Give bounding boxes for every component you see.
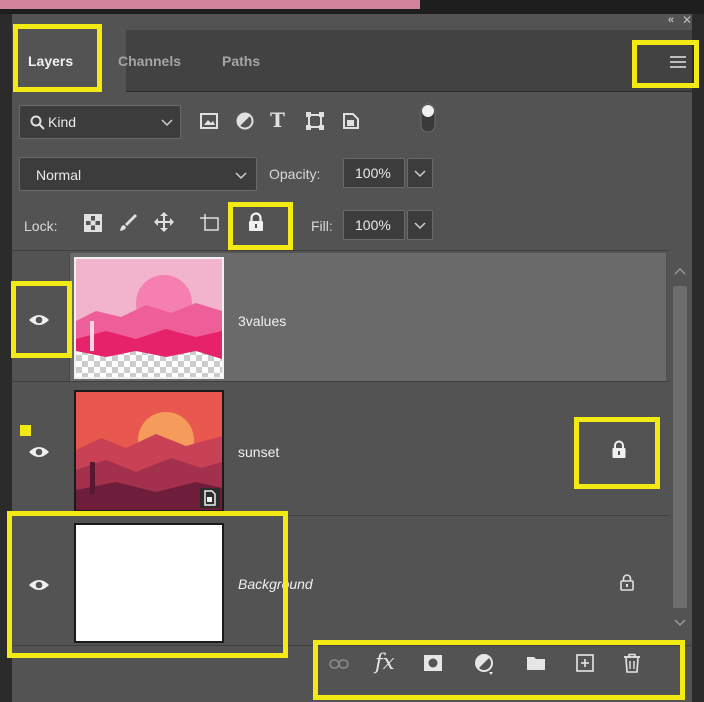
eye-icon[interactable] [28,313,50,327]
tab-paths[interactable]: Paths [212,30,270,92]
new-layer-icon[interactable] [576,654,594,672]
new-adjustment-layer-icon[interactable] [474,653,496,675]
lock-position-icon[interactable] [154,212,174,232]
lock-icon[interactable] [620,573,634,591]
divider [12,250,669,251]
layer-style-fx-icon[interactable]: fx [375,650,395,674]
link-layers-icon[interactable] [329,658,349,670]
opacity-label: Opacity: [269,166,321,182]
scrollbar-thumb[interactable] [673,286,687,608]
smart-object-badge-icon [200,488,220,508]
panel-tab-bar: Layers Channels Paths [12,30,704,92]
layer-thumbnail-sunset [74,390,224,512]
tab-channels[interactable]: Channels [108,30,191,92]
window-top-strip [0,0,704,14]
search-icon [30,115,45,130]
blend-mode-select[interactable]: Normal [19,157,257,191]
layer-name[interactable]: Background [238,576,313,592]
thumbnail-image [76,259,222,377]
chevron-down-icon [414,222,426,230]
lock-transparent-pixels-icon[interactable] [84,214,102,232]
layer-thumbnail-background [74,523,224,643]
lock-label: Lock: [24,218,58,234]
chevron-down-icon [414,170,426,178]
fill-slider-button[interactable] [407,210,433,240]
layer-name[interactable]: sunset [238,444,279,460]
color-tag-marker [20,425,31,436]
filter-kind-select[interactable]: Kind [19,105,181,139]
delete-layer-icon[interactable] [623,653,641,673]
panel-left-edge [0,14,12,702]
chevron-down-icon [161,119,173,127]
filter-toggle-switch[interactable] [420,103,436,133]
scroll-down-icon[interactable] [673,618,687,628]
lock-icon[interactable] [611,440,627,459]
eye-icon[interactable] [28,578,50,592]
eye-icon[interactable] [28,445,50,459]
add-layer-mask-icon[interactable] [423,654,443,672]
lock-artboard-icon[interactable] [200,214,220,232]
chevron-down-icon [235,172,247,180]
fill-input[interactable]: 100% [343,210,405,240]
layer-thumbnail-3values [74,257,224,379]
pixel-layer-filter-icon[interactable] [200,113,218,129]
lock-all-icon[interactable] [247,212,265,232]
close-icon[interactable]: ✕ [682,13,692,27]
panel-right-edge [692,14,704,702]
shape-layer-filter-icon[interactable] [306,112,324,130]
filter-kind-label: Kind [48,114,77,130]
collapse-panels-icon[interactable]: « [668,14,674,26]
layer-name[interactable]: 3values [238,313,286,329]
adjustment-layer-filter-icon[interactable] [236,112,254,130]
type-layer-filter-icon[interactable]: T [270,108,285,132]
opacity-slider-button[interactable] [407,158,433,188]
opacity-input[interactable]: 100% [343,158,405,188]
document-tab-accent [0,0,420,9]
new-group-folder-icon[interactable] [526,655,546,671]
blend-mode-value: Normal [36,167,82,183]
fill-label: Fill: [311,218,333,234]
lock-image-pixels-icon[interactable] [118,213,138,233]
panel-menu-icon[interactable] [670,56,686,68]
smart-object-filter-icon[interactable] [342,111,360,130]
scroll-up-icon[interactable] [673,266,687,276]
